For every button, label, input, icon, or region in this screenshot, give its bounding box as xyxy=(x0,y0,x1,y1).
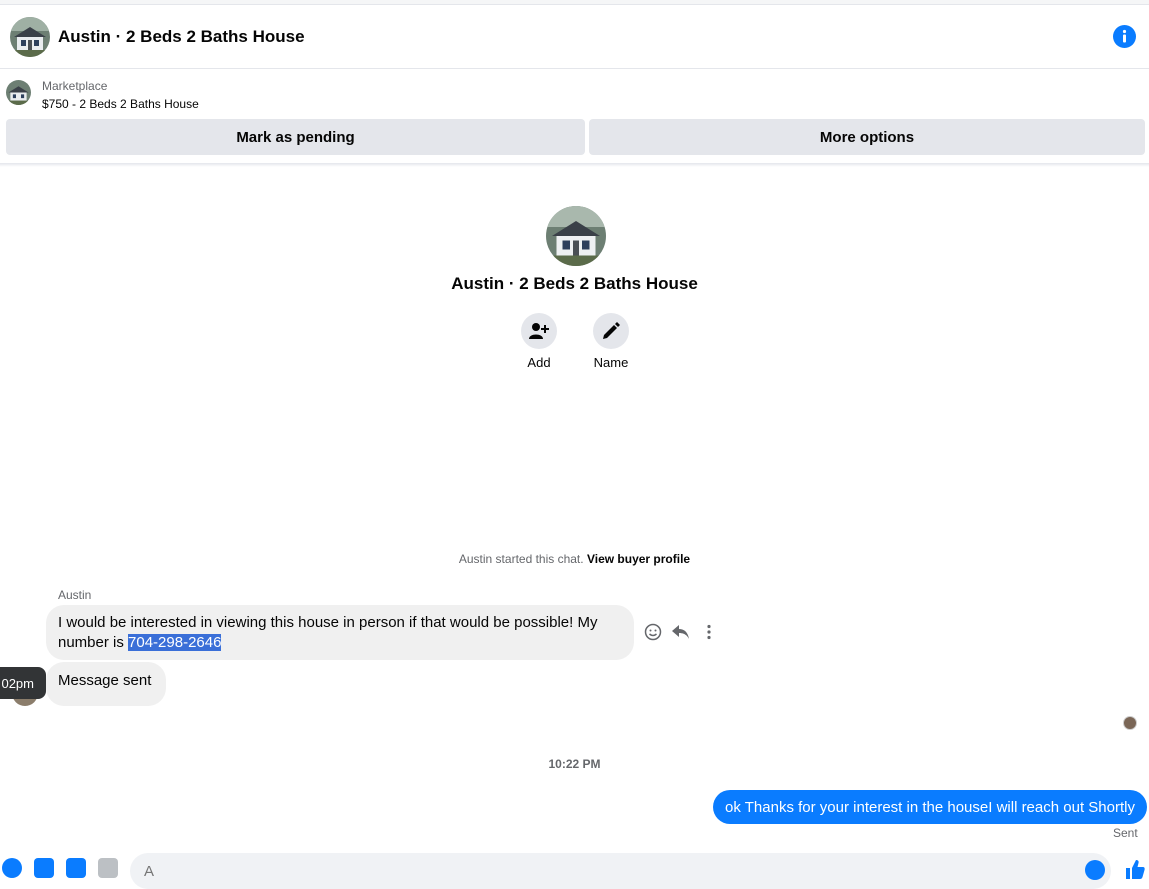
incoming-message-bubble[interactable]: I would be interested in viewing this ho… xyxy=(46,605,634,660)
message-tools xyxy=(643,622,719,642)
outgoing-message-bubble[interactable]: ok Thanks for your interest in the house… xyxy=(713,790,1147,824)
conversation-header: Austin · 2 Beds 2 Baths House xyxy=(0,5,1149,69)
chat-timestamp: 10:22 PM xyxy=(548,757,601,771)
conversation-title: Austin · 2 Beds 2 Baths House xyxy=(58,27,305,46)
view-buyer-profile-link[interactable]: View buyer profile xyxy=(587,552,690,566)
name-label: Name xyxy=(593,355,629,370)
add-person-button[interactable] xyxy=(521,313,557,349)
composer-toolbar xyxy=(0,858,118,878)
house-photo-icon xyxy=(10,17,50,57)
marketplace-listing-row[interactable]: Marketplace $750 - 2 Beds 2 Baths House xyxy=(0,70,1149,118)
photo-icon[interactable] xyxy=(34,858,54,878)
emoji-icon[interactable] xyxy=(1085,860,1105,880)
message-sent-bubble[interactable]: Message sent xyxy=(46,662,166,706)
sticker-icon[interactable] xyxy=(66,858,86,878)
time-tooltip: 02pm xyxy=(0,667,46,699)
mark-as-pending-button[interactable]: Mark as pending xyxy=(6,119,585,155)
chat-started-notice: Austin started this chat. View buyer pro… xyxy=(0,552,1149,566)
pencil-icon xyxy=(603,322,620,339)
listing-title: $750 - 2 Beds 2 Baths House xyxy=(42,97,199,111)
chat-started-text: Austin started this chat. xyxy=(458,552,584,566)
edit-name-button[interactable] xyxy=(593,313,629,349)
more-options-button[interactable]: More options xyxy=(589,119,1145,155)
header-divider xyxy=(0,163,1149,167)
profile-name: Austin · 2 Beds 2 Baths House xyxy=(451,274,698,293)
profile-avatar[interactable] xyxy=(546,206,606,266)
react-emoji-icon[interactable] xyxy=(643,622,663,642)
add-person-icon xyxy=(529,323,549,339)
sent-status: Sent xyxy=(1113,826,1138,840)
house-photo-icon xyxy=(6,80,31,105)
message-input[interactable] xyxy=(130,853,1111,889)
info-icon[interactable] xyxy=(1113,25,1136,48)
listing-thumbnail xyxy=(6,80,31,105)
add-label: Add xyxy=(527,355,551,370)
marketplace-label: Marketplace xyxy=(42,79,108,93)
edit-name-action[interactable]: Name xyxy=(576,313,646,370)
thumbs-up-icon[interactable] xyxy=(1124,858,1146,880)
read-receipt-avatar xyxy=(1123,716,1137,730)
plus-icon[interactable] xyxy=(2,858,22,878)
conversation-avatar[interactable] xyxy=(10,17,50,57)
sender-name: Austin xyxy=(58,588,92,602)
house-photo-icon xyxy=(546,206,606,266)
add-person-action[interactable]: Add xyxy=(504,313,574,370)
reply-icon[interactable] xyxy=(671,622,691,642)
phone-number-selection[interactable]: 704-298-2646 xyxy=(128,634,222,651)
more-vertical-icon[interactable] xyxy=(699,622,719,642)
gif-icon[interactable] xyxy=(98,858,118,878)
